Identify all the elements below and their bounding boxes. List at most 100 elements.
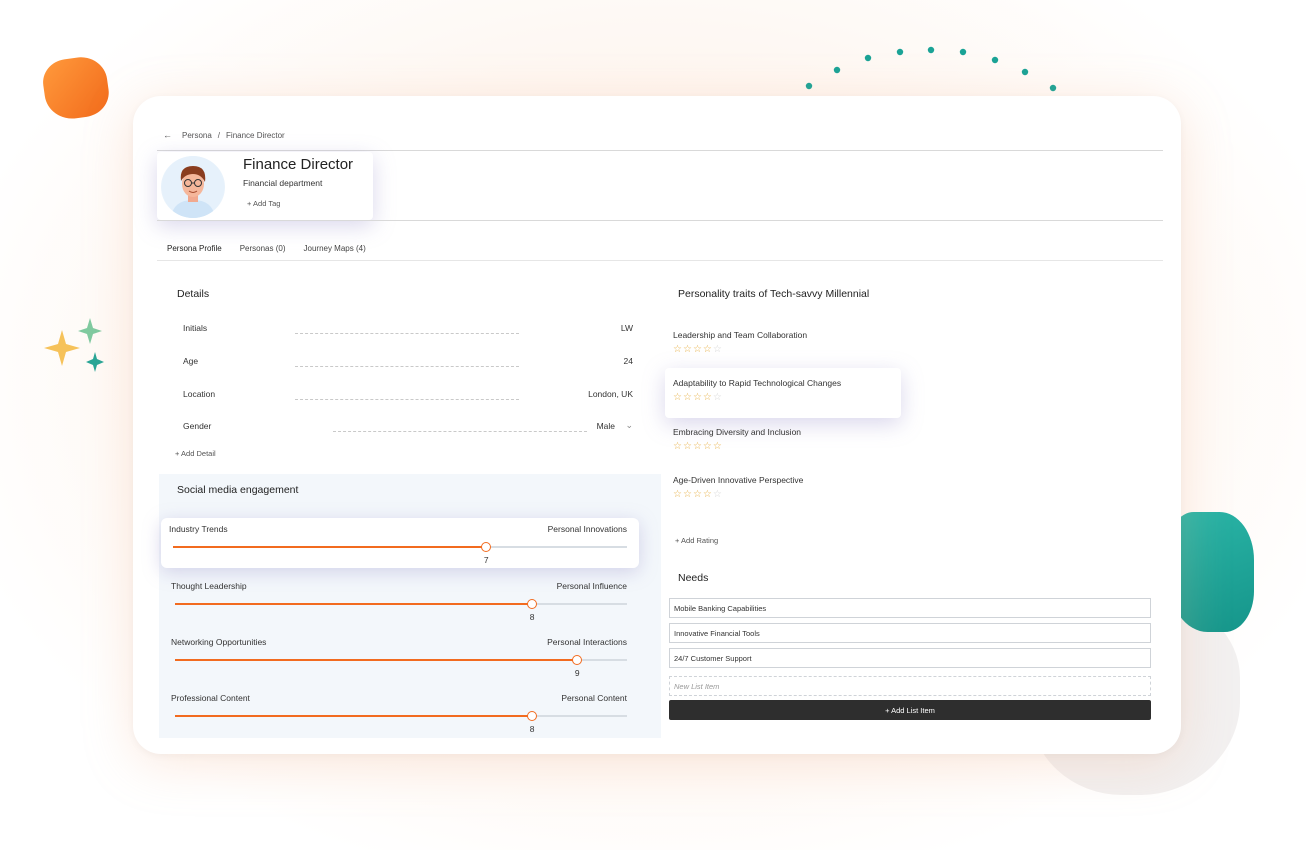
back-arrow-icon[interactable]: ← (163, 130, 172, 140)
star-icon[interactable]: ☆ (693, 392, 703, 403)
star-rating[interactable]: ☆☆☆☆☆ (673, 344, 723, 355)
social-title: Social media engagement (177, 484, 299, 496)
tab-bar: Persona Profile Personas (0) Journey Map… (159, 236, 376, 261)
slider-fill (175, 659, 578, 661)
detail-row-initials: Initials LW (183, 323, 633, 337)
star-icon[interactable]: ☆ (703, 489, 713, 500)
star-icon[interactable]: ☆ (673, 392, 683, 403)
add-rating-button[interactable]: + Add Rating (675, 536, 718, 545)
trait-item: Age-Driven Innovative Perspective ☆☆☆☆☆ (673, 475, 913, 525)
new-list-item-input[interactable]: New List Item (669, 676, 1151, 696)
engagement-slider[interactable]: Industry Trends Personal Innovations 7 (161, 518, 639, 568)
breadcrumb-root[interactable]: Persona (182, 131, 212, 140)
breadcrumb-current: Finance Director (226, 130, 285, 140)
trait-name: Adaptability to Rapid Technological Chan… (673, 378, 842, 388)
slider-track[interactable]: 8 (175, 711, 627, 734)
trait-name: Age-Driven Innovative Perspective (673, 475, 804, 485)
slider-right-label: Personal Innovations (547, 524, 627, 534)
engagement-slider[interactable]: Professional Content Personal Content 8 (163, 687, 639, 737)
star-icon[interactable]: ☆ (703, 441, 713, 452)
slider-left-label: Networking Opportunities (171, 637, 267, 647)
need-list-item[interactable]: Mobile Banking Capabilities (669, 598, 1151, 618)
slider-track[interactable]: 9 (175, 655, 627, 678)
slider-fill (173, 546, 487, 548)
trait-item: Embracing Diversity and Inclusion ☆☆☆☆☆ (673, 427, 913, 477)
star-icon[interactable]: ☆ (693, 344, 703, 355)
sparkles-icon (44, 318, 104, 372)
star-icon[interactable]: ☆ (713, 441, 723, 452)
star-icon[interactable]: ☆ (693, 489, 703, 500)
need-list-item[interactable]: 24/7 Customer Support (669, 648, 1151, 668)
trait-name: Leadership and Team Collaboration (673, 330, 808, 340)
star-icon[interactable]: ☆ (713, 344, 723, 355)
slider-value: 8 (529, 724, 535, 734)
header-bottom-divider (157, 220, 1163, 221)
tab-personas[interactable]: Personas (0) (232, 236, 294, 261)
slider-track[interactable]: 8 (175, 599, 627, 622)
engagement-slider[interactable]: Networking Opportunities Personal Interac… (163, 631, 639, 681)
tabs-divider (157, 260, 1163, 261)
star-rating[interactable]: ☆☆☆☆☆ (673, 489, 723, 500)
add-tag-button[interactable]: + Add Tag (247, 199, 280, 208)
star-icon[interactable]: ☆ (703, 344, 713, 355)
header-divider (157, 150, 1163, 151)
detail-label: Initials (183, 323, 208, 333)
persona-department: Financial department (243, 178, 323, 188)
slider-handle[interactable] (527, 711, 538, 721)
persona-header: Finance Director Financial department + … (157, 152, 373, 220)
detail-label: Location (183, 389, 216, 399)
chevron-down-icon[interactable]: ⌄ (625, 420, 633, 431)
slider-right-label: Personal Interactions (547, 637, 627, 647)
tab-persona-profile[interactable]: Persona Profile (159, 236, 230, 261)
detail-row-gender[interactable]: Gender Male ⌄ (183, 420, 633, 435)
slider-handle[interactable] (527, 599, 538, 609)
star-icon[interactable]: ☆ (683, 392, 693, 403)
star-icon[interactable]: ☆ (673, 489, 683, 500)
details-title: Details (177, 288, 210, 300)
slider-fill (175, 715, 533, 717)
star-icon[interactable]: ☆ (703, 392, 713, 403)
star-icon[interactable]: ☆ (683, 344, 693, 355)
detail-row-location: Location London, UK (183, 389, 633, 403)
breadcrumb: ← Persona / Finance Director (163, 130, 285, 140)
gender-select-value[interactable]: Male (597, 421, 615, 431)
slider-left-label: Professional Content (171, 693, 250, 703)
star-icon[interactable]: ☆ (673, 441, 683, 452)
detail-value[interactable]: LW (621, 323, 633, 333)
star-icon[interactable]: ☆ (683, 489, 693, 500)
detail-row-age: Age 24 (183, 356, 633, 370)
slider-value: 7 (483, 555, 489, 565)
slider-handle[interactable] (481, 542, 492, 552)
trait-name: Embracing Diversity and Inclusion (673, 427, 802, 437)
slider-handle[interactable] (572, 655, 583, 665)
slider-value: 9 (574, 668, 580, 678)
slider-right-label: Personal Influence (556, 581, 627, 591)
slider-track[interactable]: 7 (173, 542, 627, 565)
star-rating[interactable]: ☆☆☆☆☆ (673, 441, 723, 452)
persona-card: ← Persona / Finance Director Finance Dir… (133, 96, 1181, 754)
slider-value: 8 (529, 612, 535, 622)
needs-title: Needs (678, 572, 709, 584)
slider-fill (175, 603, 533, 605)
orange-blob-decoration (40, 53, 112, 123)
detail-value[interactable]: London, UK (588, 389, 633, 399)
add-detail-button[interactable]: + Add Detail (175, 449, 216, 458)
slider-left-label: Industry Trends (169, 524, 228, 534)
detail-label: Gender (183, 421, 212, 431)
add-list-item-button[interactable]: + Add List Item (669, 700, 1151, 720)
breadcrumb-separator: / (217, 130, 221, 140)
slider-left-label: Thought Leadership (171, 581, 247, 591)
star-icon[interactable]: ☆ (683, 441, 693, 452)
tab-journey-maps[interactable]: Journey Maps (4) (296, 236, 374, 261)
star-icon[interactable]: ☆ (673, 344, 683, 355)
social-media-panel: Social media engagement Industry Trends P… (159, 474, 661, 738)
need-list-item[interactable]: Innovative Financial Tools (669, 623, 1151, 643)
engagement-slider[interactable]: Thought Leadership Personal Influence 8 (163, 575, 639, 625)
avatar (161, 156, 225, 218)
detail-value[interactable]: 24 (624, 356, 633, 366)
star-icon[interactable]: ☆ (693, 441, 703, 452)
star-icon[interactable]: ☆ (713, 392, 723, 403)
detail-label: Age (183, 356, 199, 366)
star-rating[interactable]: ☆☆☆☆☆ (673, 392, 723, 403)
star-icon[interactable]: ☆ (713, 489, 723, 500)
